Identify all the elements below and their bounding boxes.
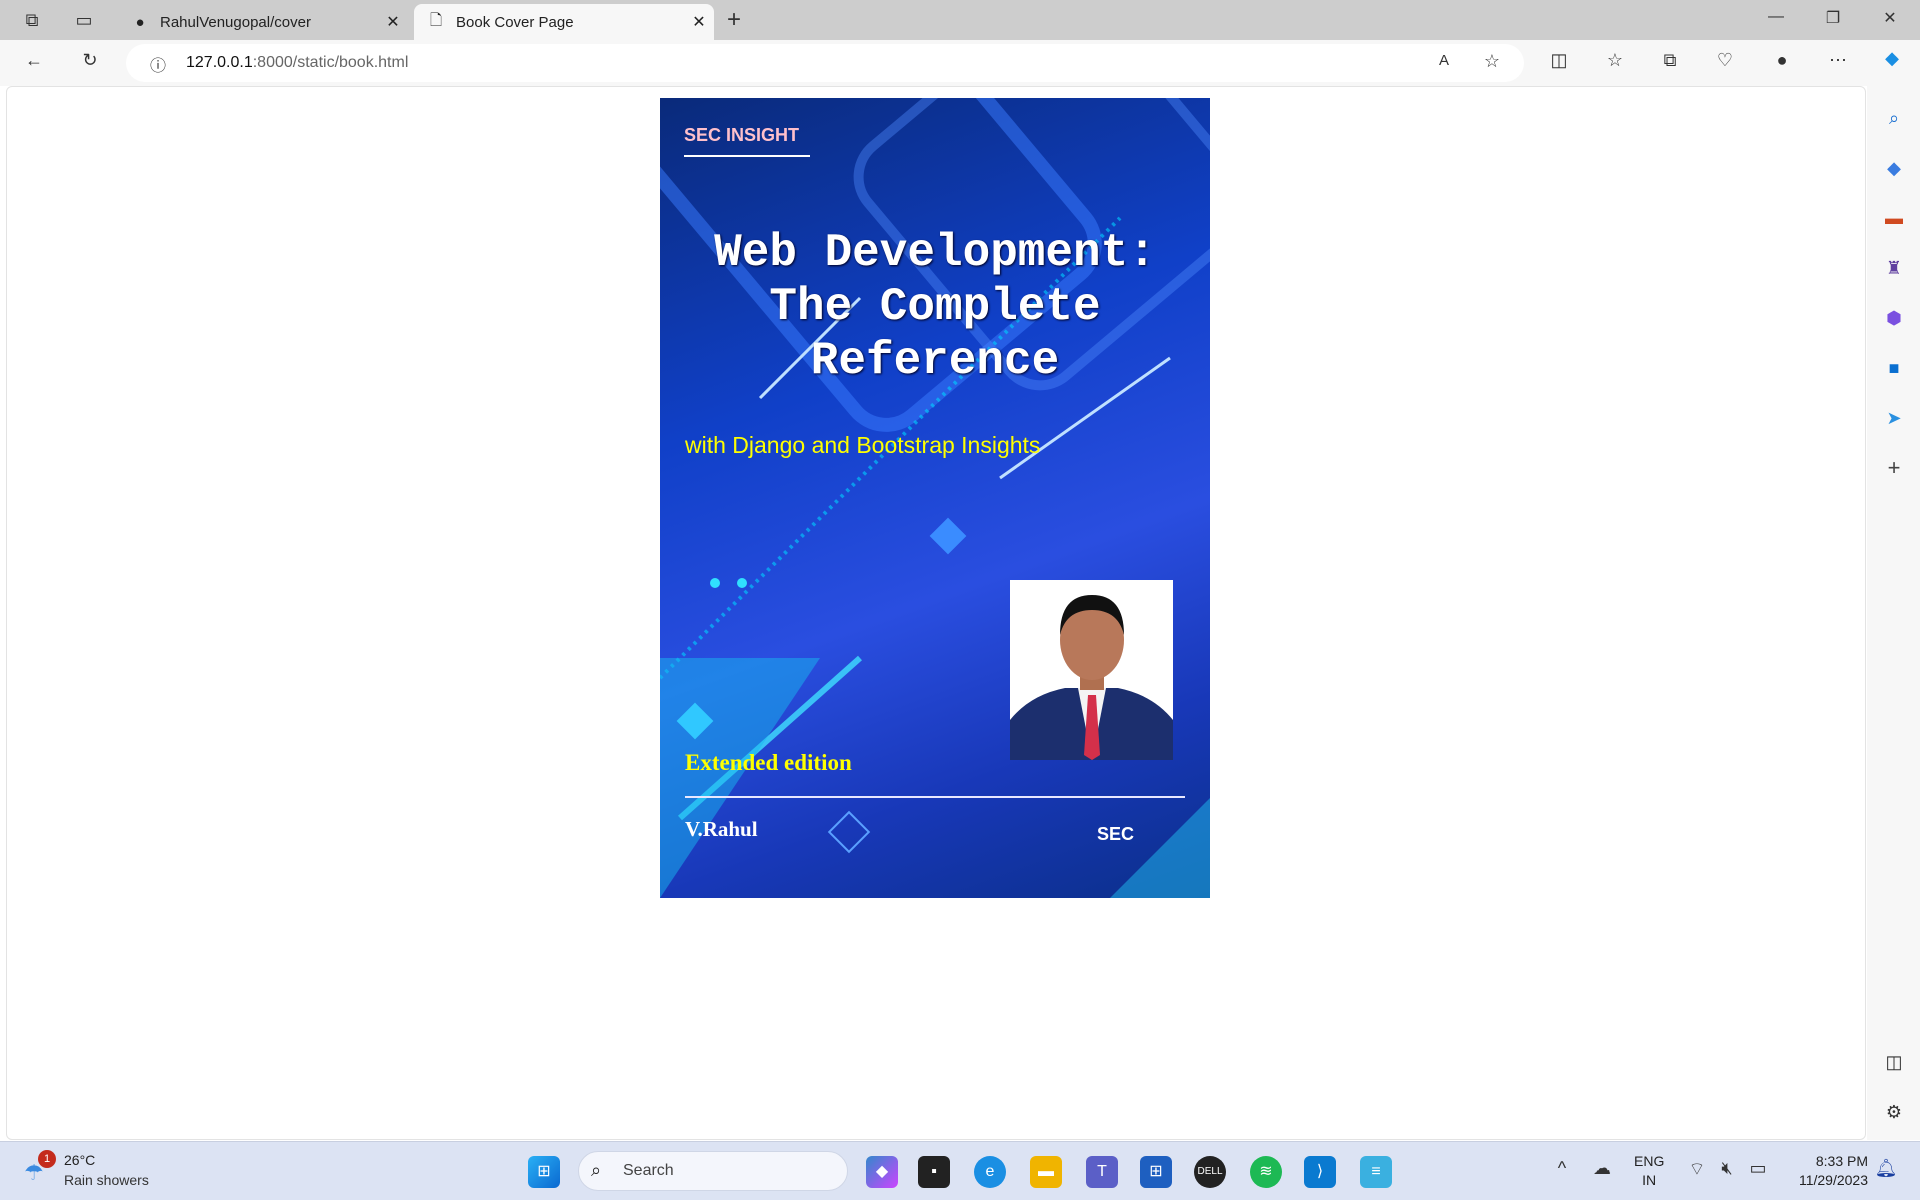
restore-button[interactable]: ❐ xyxy=(1813,8,1853,28)
add-sidebar-app-icon[interactable]: + xyxy=(1880,454,1908,482)
new-tab-button[interactable]: + xyxy=(722,8,746,32)
page-icon: 🗋 xyxy=(429,11,443,29)
microsoft365-icon[interactable]: ⬢ xyxy=(1880,304,1908,332)
file-explorer-icon[interactable]: ▬ xyxy=(1030,1156,1062,1188)
address-bar-row: ← ↻ ⓘ 127.0.0.1:8000/static/book.html A … xyxy=(0,40,1920,86)
search-icon[interactable]: ⌕ xyxy=(1880,104,1908,132)
book-cover: SEC INSIGHT Web Development: The Complet… xyxy=(660,98,1210,898)
outlook-icon[interactable]: ■ xyxy=(1880,354,1908,382)
store-icon[interactable]: ⊞ xyxy=(1140,1156,1172,1188)
clock[interactable]: 8:33 PM 11/29/2023 xyxy=(1780,1152,1868,1190)
volume-muted-icon[interactable]: 🔇︎ xyxy=(1713,1158,1741,1179)
edge-sidebar: ⌕ ◆ ▬ ♜ ⬢ ■ ➤ + ◫ ⚙ xyxy=(1867,86,1920,1140)
brand-underline xyxy=(684,155,810,157)
tools-icon[interactable]: ▬ xyxy=(1880,204,1908,232)
weather-widget[interactable]: ☂ 1 26°C Rain showers xyxy=(22,1150,162,1194)
profile-icon[interactable]: ● xyxy=(1768,50,1796,71)
more-icon[interactable]: ⋯ xyxy=(1824,50,1852,71)
taskbar-search[interactable]: ⌕ Search xyxy=(578,1151,848,1191)
shopping-tag-icon[interactable]: ◆ xyxy=(1880,154,1908,182)
collections-icon[interactable]: ⧉ xyxy=(1656,50,1684,71)
author-name: V.Rahul xyxy=(685,817,758,841)
author-photo xyxy=(1010,580,1173,760)
close-window-button[interactable]: ✕ xyxy=(1870,8,1910,28)
task-view-icon[interactable]: ▪ xyxy=(918,1156,950,1188)
book-subtitle: with Django and Bootstrap Insights xyxy=(685,432,1041,458)
close-tab-icon[interactable]: ✕ xyxy=(684,12,714,32)
close-tab-icon[interactable]: ✕ xyxy=(378,12,408,32)
cover-divider xyxy=(685,796,1185,798)
notification-bell-icon[interactable]: 🔔︎ xyxy=(1872,1158,1900,1179)
onedrive-icon[interactable]: ☁ xyxy=(1588,1158,1616,1179)
hide-sidebar-icon[interactable]: ◫ xyxy=(1880,1048,1908,1076)
tab-bar: ⧉ ▭ ● RahulVenugopal/cover ✕ 🗋 Book Cove… xyxy=(0,0,1920,40)
browser-essentials-icon[interactable]: ♡ xyxy=(1711,50,1739,71)
split-screen-icon[interactable]: ◫ xyxy=(1545,50,1573,71)
search-icon: ⌕ xyxy=(591,1160,602,1180)
cover-background-art xyxy=(660,98,1210,898)
tab-github[interactable]: ● RahulVenugopal/cover ✕ xyxy=(118,4,408,40)
back-icon[interactable]: ← xyxy=(20,50,48,71)
send-icon[interactable]: ➤ xyxy=(1880,404,1908,432)
info-icon[interactable]: ⓘ xyxy=(144,52,172,76)
games-icon[interactable]: ♜ xyxy=(1880,254,1908,282)
minimize-button[interactable]: — xyxy=(1756,8,1796,26)
weather-badge: 1 xyxy=(38,1150,56,1168)
url-input[interactable]: ⓘ 127.0.0.1:8000/static/book.html A ☆ xyxy=(126,44,1524,82)
spotify-icon[interactable]: ≋ xyxy=(1250,1156,1282,1188)
dell-icon[interactable]: DELL xyxy=(1194,1156,1226,1188)
book-title: Web Development: The Complete Reference xyxy=(714,227,1156,387)
vertical-tabs-icon[interactable]: ▭ xyxy=(72,8,96,32)
github-icon: ● xyxy=(135,13,145,31)
favorites-icon[interactable]: ☆ xyxy=(1601,50,1629,71)
taskbar: ☂ 1 26°C Rain showers ⊞ ⌕ Search ◆ ▪ e ▬… xyxy=(0,1141,1920,1200)
cover-brand: SEC INSIGHT xyxy=(684,125,800,145)
battery-icon[interactable]: ▭ xyxy=(1744,1158,1772,1179)
edge-icon[interactable]: e xyxy=(974,1156,1006,1188)
tab-book-cover[interactable]: 🗋 Book Cover Page ✕ xyxy=(414,4,714,40)
refresh-icon[interactable]: ↻ xyxy=(76,50,104,71)
language-indicator[interactable]: ENG IN xyxy=(1634,1152,1664,1190)
settings-gear-icon[interactable]: ⚙ xyxy=(1880,1098,1908,1126)
vscode-icon[interactable]: ⟩ xyxy=(1304,1156,1336,1188)
publisher-name: SEC xyxy=(1097,824,1135,844)
copilot-preview-icon[interactable]: ◆ xyxy=(866,1156,898,1188)
wifi-icon[interactable]: ⌔ xyxy=(1683,1158,1711,1181)
copilot-icon[interactable]: ◆ xyxy=(1878,48,1906,69)
teams-icon[interactable]: T xyxy=(1086,1156,1118,1188)
edition-label: Extended edition xyxy=(685,750,852,775)
start-button[interactable]: ⊞ xyxy=(528,1156,560,1188)
show-hidden-icons[interactable]: ^ xyxy=(1548,1158,1576,1179)
workspaces-icon[interactable]: ⧉ xyxy=(20,8,44,32)
notepad-icon[interactable]: ≡ xyxy=(1360,1156,1392,1188)
read-aloud-icon[interactable]: A xyxy=(1430,52,1458,69)
favorite-star-icon[interactable]: ☆ xyxy=(1478,51,1506,72)
